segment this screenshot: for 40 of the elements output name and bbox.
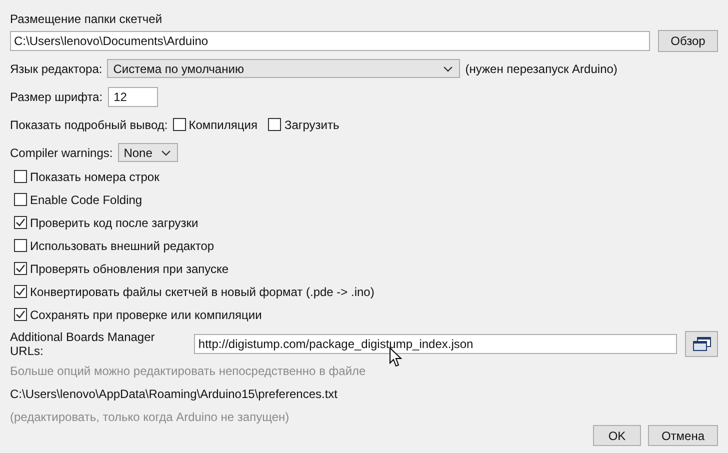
checkbox-label: Загрузить [284, 118, 340, 132]
field-label: Язык редактора: [10, 62, 102, 76]
checkbox[interactable] [14, 285, 27, 298]
chevron-icon [160, 150, 171, 156]
field-label: Compiler warnings: [10, 146, 113, 160]
info-text: (редактировать, только когда Arduino не запущен) [10, 409, 290, 426]
info-text: Больше опций можно редактировать непосредственно в файле [10, 363, 367, 380]
windows-icon [692, 336, 711, 350]
path-field[interactable]: C:\Users\lenovo\Documents\Arduino [10, 31, 650, 51]
checkbox-label: Enable Code Folding [30, 192, 142, 206]
section-label: Размещение папки скетчей [10, 11, 164, 28]
checkbox-label: Проверить код после загрузки [30, 216, 198, 230]
checkbox[interactable] [268, 118, 282, 131]
chevron-icon [443, 66, 454, 72]
checkbox[interactable] [14, 308, 27, 321]
field-label: Показать подробный вывод: [10, 118, 168, 132]
window-button[interactable] [685, 330, 718, 356]
checkbox[interactable] [14, 262, 27, 275]
field-label: Размер шрифта: [10, 90, 103, 104]
checkbox[interactable] [14, 216, 27, 229]
urls-field[interactable]: http://digistump.com/package_digistump_index.json [194, 334, 678, 354]
font-size-field[interactable]: 12 [108, 86, 158, 106]
checkbox[interactable] [14, 239, 27, 252]
note-text: (нужен перезапуск Arduino) [465, 62, 618, 76]
info-text: C:\Users\lenovo\AppData\Roaming\Arduino15\preferences.txt [10, 386, 339, 403]
checkbox-label: Компиляция [188, 118, 258, 132]
checkbox-label: Сохранять при проверке или компиляции [30, 308, 262, 322]
warnings-dropdown[interactable]: None [118, 143, 178, 162]
dialog-button[interactable]: OK [593, 425, 641, 446]
language-dropdown[interactable]: Система по умолчанию [107, 59, 460, 78]
checkbox-label: Использовать внешний редактор [30, 238, 214, 252]
checkbox[interactable] [14, 170, 27, 183]
checkbox-label: Конвертировать файлы скетчей в новый формат (.pde -> .ino) [30, 284, 374, 298]
checkbox[interactable] [172, 118, 186, 131]
dialog-button[interactable]: Отмена [648, 425, 718, 446]
browse-button[interactable]: Обзор [658, 30, 718, 52]
field-label: Additional Boards Manager URLs: [10, 330, 156, 358]
checkbox[interactable] [14, 193, 27, 206]
checkbox-label: Показать номера строк [30, 170, 160, 184]
checkbox-label: Проверять обновления при запуске [30, 262, 229, 276]
